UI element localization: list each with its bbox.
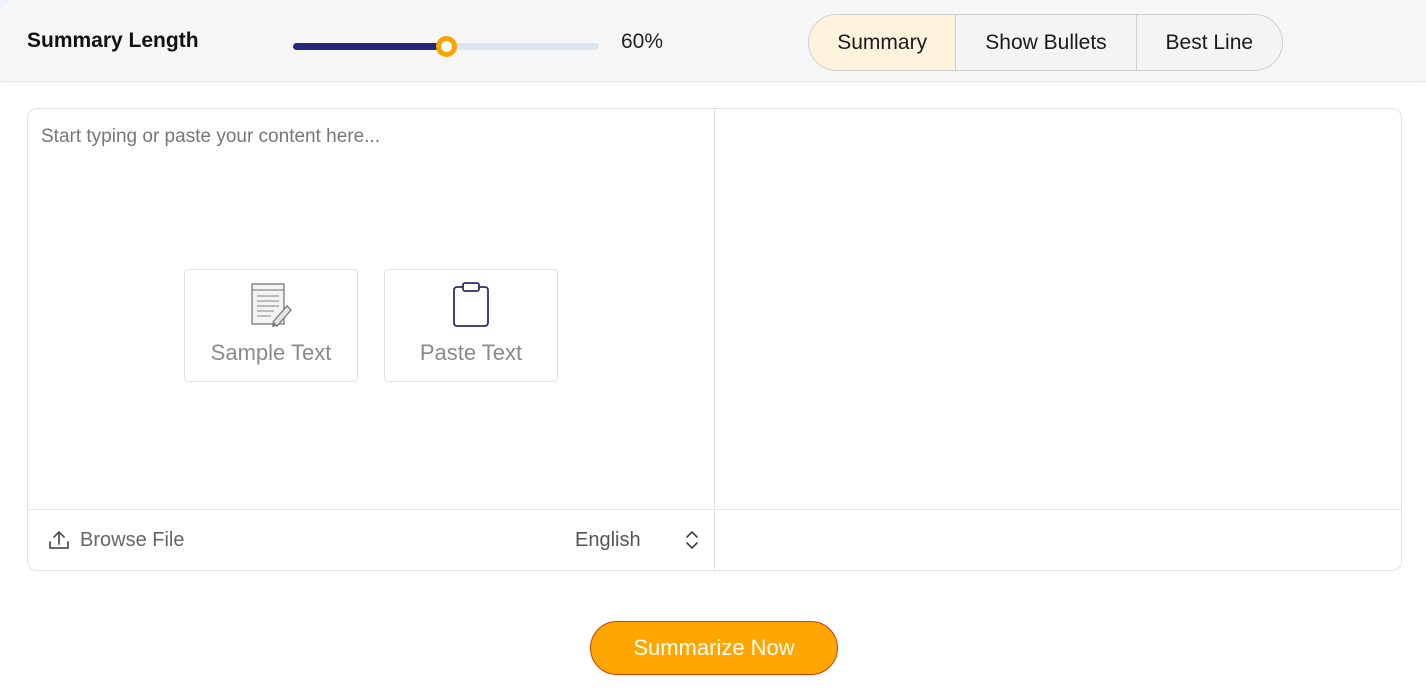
clipboard-icon bbox=[453, 282, 489, 327]
mode-selector: Summary Show Bullets Best Line bbox=[808, 14, 1283, 71]
summary-output bbox=[715, 109, 1401, 509]
summary-length-slider[interactable] bbox=[293, 36, 599, 57]
tab-show-bullets[interactable]: Show Bullets bbox=[956, 15, 1137, 70]
paste-text-button[interactable]: Paste Text bbox=[384, 269, 558, 382]
summary-length-label: Summary Length bbox=[27, 29, 199, 52]
browse-file-button[interactable]: Browse File bbox=[48, 526, 184, 554]
upload-icon bbox=[49, 531, 69, 549]
language-select[interactable]: English bbox=[575, 526, 700, 554]
summarize-now-button[interactable]: Summarize Now bbox=[590, 621, 838, 675]
browse-file-label: Browse File bbox=[80, 528, 185, 551]
sample-text-label: Sample Text bbox=[210, 340, 332, 365]
settings-bar: Summary Length 60% Summary Show Bullets … bbox=[0, 0, 1426, 82]
sample-text-button[interactable]: Sample Text bbox=[184, 269, 358, 382]
document-pencil-icon bbox=[251, 283, 292, 327]
tab-summary[interactable]: Summary bbox=[809, 15, 957, 70]
summary-length-value: 60% bbox=[621, 30, 664, 53]
language-value: English bbox=[575, 528, 641, 551]
summarizer-panel: Summary Length 60% Summary Show Bullets … bbox=[0, 0, 1426, 690]
text-input[interactable]: Start typing or paste your content here.… bbox=[41, 126, 380, 148]
footer-divider bbox=[28, 509, 1401, 510]
editor-container: Start typing or paste your content here.… bbox=[27, 108, 1402, 571]
slider-fill bbox=[293, 43, 446, 50]
chevron-up-down-icon bbox=[686, 531, 698, 549]
slider-thumb[interactable] bbox=[436, 36, 457, 57]
tab-best-line[interactable]: Best Line bbox=[1137, 15, 1282, 70]
paste-text-label: Paste Text bbox=[419, 340, 523, 365]
